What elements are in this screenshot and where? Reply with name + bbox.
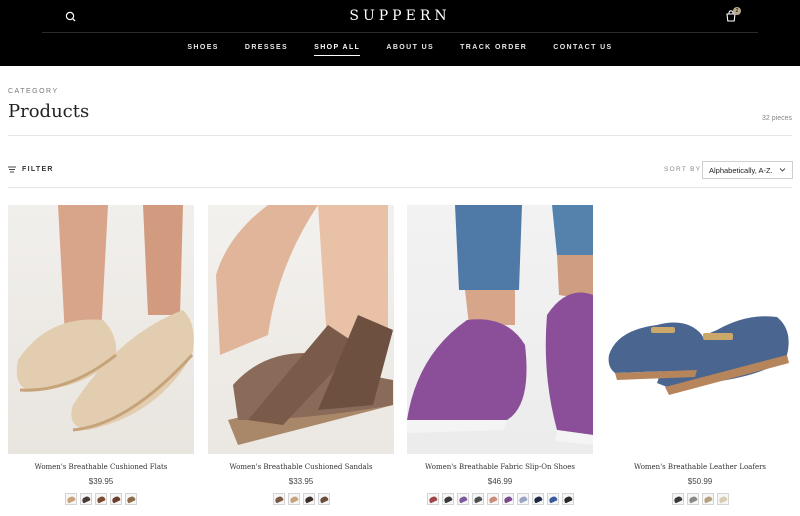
shoe-illustration [608,316,789,395]
product-name[interactable]: Women's Breathable Cushioned Flats [8,463,194,471]
swatch-option[interactable] [65,493,77,505]
product-price: $39.95 [88,477,114,486]
product-card: Women's Breathable Leather Loafers $50.9… [607,205,793,516]
swatch-option[interactable] [716,493,729,505]
nav-shoes[interactable]: SHOES [187,44,219,56]
nav-dresses[interactable]: DRESSES [245,44,288,56]
product-image[interactable] [607,205,793,454]
product-name[interactable]: Women's Breathable Leather Loafers [607,463,793,471]
site-logo[interactable]: SUPPERN [0,8,800,24]
product-card: Women's Breathable Cushioned Flats $39.9… [8,205,194,516]
swatch-option[interactable] [561,493,574,505]
shoe-illustration [216,205,393,445]
swatch-option[interactable] [531,493,544,505]
sort-value: Alphabetically, A-Z. [709,166,773,175]
product-card: Women's Breathable Cushioned Sandals $33… [208,205,394,516]
swatch-option[interactable] [516,493,529,505]
swatch-option[interactable] [471,493,484,505]
swatch-option[interactable] [456,493,469,505]
header-divider [42,32,758,33]
color-swatches [208,493,394,505]
swatch-option[interactable] [671,493,684,505]
swatch-option[interactable] [486,493,499,505]
shoe-illustration [16,205,194,432]
product-name[interactable]: Women's Breathable Cushioned Sandals [208,463,394,471]
swatch-option[interactable] [441,493,454,505]
filter-button[interactable]: FILTER [8,166,54,173]
swatch-option[interactable] [80,493,92,505]
category-eyebrow: CATEGORY [8,88,59,95]
sort-label: SORT BY [664,166,702,173]
filter-icon [8,166,16,173]
nav-about-us[interactable]: ABOUT US [386,44,434,56]
page-title: Products [8,101,90,122]
product-image[interactable] [208,205,394,454]
cart-count-badge: 2 [733,7,741,15]
sort-select[interactable]: Alphabetically, A-Z. [702,161,793,179]
nav-track-order[interactable]: TRACK ORDER [460,44,527,56]
product-price: $50.99 [687,477,713,486]
swatch-option[interactable] [426,493,439,505]
product-count: 32 pieces [762,115,792,122]
swatch-option[interactable] [125,493,137,505]
swatch-option[interactable] [95,493,107,505]
swatch-option[interactable] [546,493,559,505]
color-swatches [8,493,194,505]
nav-contact-us[interactable]: CONTACT US [553,44,612,56]
color-swatches [607,493,793,505]
swatch-option[interactable] [287,493,300,505]
swatch-option[interactable] [317,493,330,505]
main-nav: SHOES DRESSES SHOP ALL ABOUT US TRACK OR… [0,44,800,56]
swatch-option[interactable] [302,493,315,505]
chevron-down-icon [779,168,786,172]
divider [8,187,792,188]
swatch-option[interactable] [701,493,714,505]
product-price: $46.99 [487,477,513,486]
product-name[interactable]: Women's Breathable Fabric Slip-On Shoes [407,463,593,471]
product-card: Women's Breathable Fabric Slip-On Shoes … [407,205,593,516]
divider [8,135,792,136]
nav-shop-all[interactable]: SHOP ALL [314,44,361,56]
swatch-option[interactable] [272,493,285,505]
color-swatches [407,493,593,505]
shoe-illustration [407,205,593,445]
swatch-option[interactable] [110,493,122,505]
swatch-option[interactable] [686,493,699,505]
product-image[interactable] [8,205,194,454]
site-header: SUPPERN 2 SHOES DRESSES SHOP ALL ABOUT U… [0,0,800,66]
filter-label: FILTER [22,166,54,173]
product-image[interactable] [407,205,593,454]
product-price: $33.95 [288,477,314,486]
swatch-option[interactable] [501,493,514,505]
